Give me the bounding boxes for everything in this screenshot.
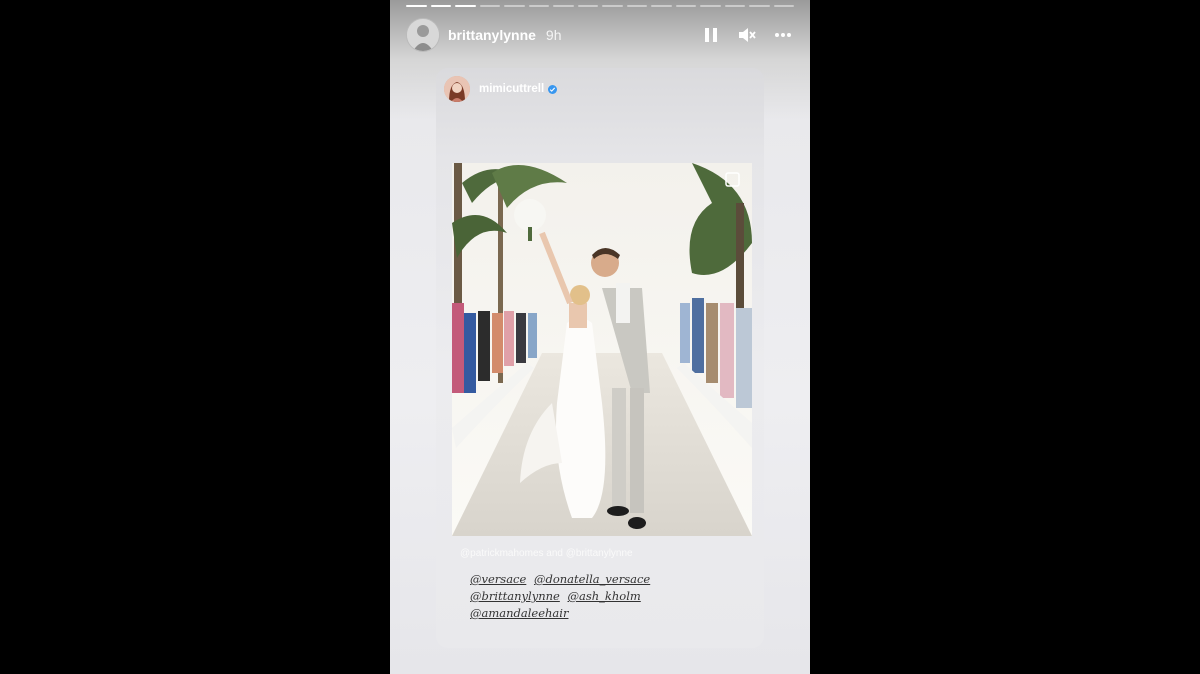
author-username[interactable]: brittanylynne [448, 27, 536, 43]
post-author-username[interactable]: mimicuttrell [479, 83, 544, 95]
shared-post-header: mimicuttrell [444, 76, 558, 102]
progress-segment [553, 5, 574, 7]
progress-segment [577, 5, 598, 7]
pause-icon[interactable] [700, 24, 722, 46]
progress-segment [504, 5, 525, 7]
progress-segment [700, 5, 721, 7]
progress-segment [455, 5, 476, 7]
post-author-avatar[interactable] [444, 76, 470, 102]
more-icon[interactable] [772, 24, 794, 46]
author-avatar[interactable] [406, 18, 440, 52]
wedding-photo[interactable] [452, 163, 752, 536]
story-viewer[interactable]: brittanylynne 9h mimicuttrell @patrickma… [390, 0, 810, 674]
mention-link[interactable]: @donatella_versace [534, 572, 650, 586]
progress-segment [430, 5, 451, 7]
progress-segment [626, 5, 647, 7]
story-timestamp: 9h [545, 27, 562, 43]
progress-segment [749, 5, 770, 7]
mention-link[interactable]: @amandaleehair [470, 606, 568, 620]
mention-link[interactable]: @brittanylynne [470, 589, 560, 603]
progress-segment [406, 5, 427, 7]
progress-segment [773, 5, 794, 7]
mention-link[interactable]: @ash_kholm [568, 589, 641, 603]
story-header: brittanylynne 9h [406, 18, 794, 52]
progress-segment [651, 5, 672, 7]
verified-badge-icon [548, 84, 558, 94]
story-progress-bar [406, 5, 794, 7]
progress-segment [479, 5, 500, 7]
progress-segment [724, 5, 745, 7]
progress-segment [528, 5, 549, 7]
speaker-muted-icon[interactable] [736, 24, 758, 46]
mentions-sticker: @versace @donatella_versace @brittanylyn… [470, 571, 750, 622]
photo-tag-line: @patrickmahomes and @brittanylynne [460, 548, 633, 559]
shared-post-card[interactable]: mimicuttrell @patrickmahomes and @britta… [436, 68, 764, 648]
progress-segment [675, 5, 696, 7]
progress-segment [602, 5, 623, 7]
mention-link[interactable]: @versace [470, 572, 526, 586]
